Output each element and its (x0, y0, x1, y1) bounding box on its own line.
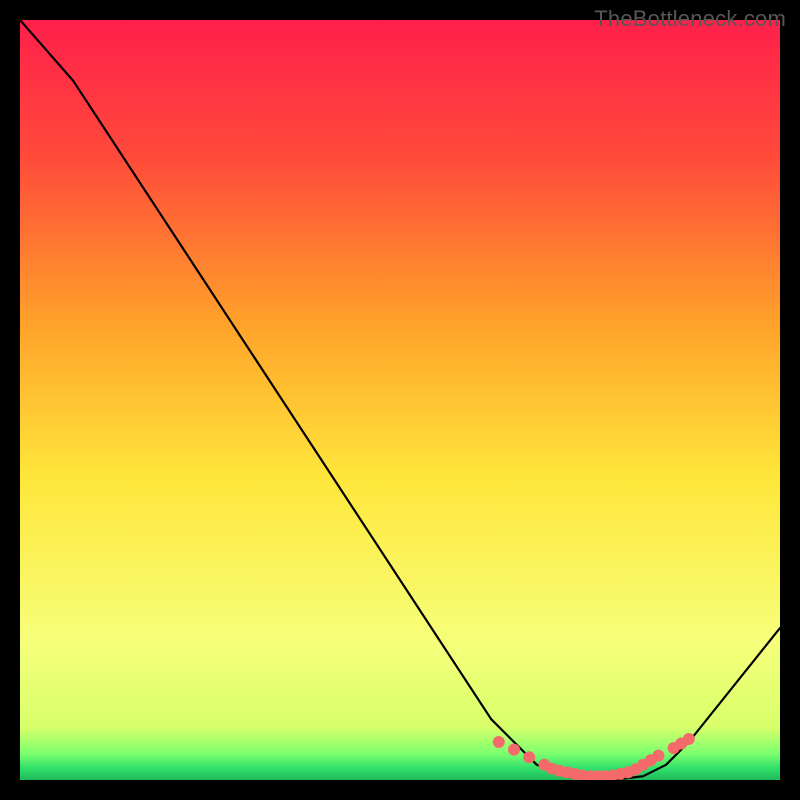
watermark-text: TheBottleneck.com (594, 6, 786, 32)
curve-dot (652, 750, 664, 762)
curve-dot (683, 733, 695, 745)
curve-dot (493, 736, 505, 748)
plot-area (20, 20, 780, 780)
plot-svg (20, 20, 780, 780)
curve-dot (508, 744, 520, 756)
chart-canvas: TheBottleneck.com (0, 0, 800, 800)
gradient-fill (20, 20, 780, 780)
curve-dot (523, 751, 535, 763)
